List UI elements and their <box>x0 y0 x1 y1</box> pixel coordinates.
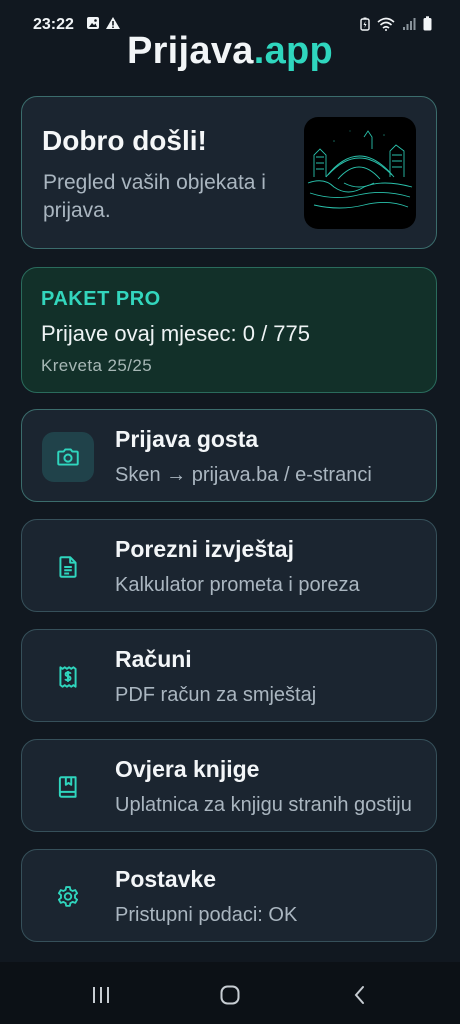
app-title-main: Prijava <box>126 30 254 72</box>
package-beds: Kreveta 25/25 <box>41 356 153 375</box>
welcome-title: Dobro došli! <box>42 125 207 156</box>
package-card: PAKET PRO Prijave ovaj mjesec: 0 / 775 K… <box>21 267 437 393</box>
menu-subtitle: Pristupni podaci: OK <box>115 904 298 926</box>
app-title: Prijava.app <box>0 30 460 73</box>
menu-title: Prijava gosta <box>115 426 259 452</box>
menu-subtitle: PDF račun za smještaj <box>115 684 317 706</box>
menu-item-guest-registration[interactable]: Prijava gosta Sken → prijava.ba / e-stra… <box>21 409 437 502</box>
menu-item-book-certification[interactable]: Ovjera knjige Uplatnica za knjigu strani… <box>21 739 437 832</box>
package-usage: Prijave ovaj mjesec: 0 / 775 <box>41 321 311 346</box>
screen: 23:22 Prijava.app Dobro došli! Pregled v… <box>0 0 460 1024</box>
bridge-illustration <box>304 117 416 229</box>
receipt-icon <box>42 652 94 702</box>
recent-apps-icon[interactable] <box>81 980 121 1010</box>
welcome-card: Dobro došli! Pregled vaših objekata i pr… <box>21 96 437 249</box>
package-name: PAKET PRO <box>41 288 161 310</box>
welcome-subtitle: Pregled vaših objekata i prijava. <box>43 171 266 222</box>
camera-icon <box>42 432 94 482</box>
book-icon <box>42 762 94 812</box>
menu-title: Porezni izvještaj <box>115 536 294 562</box>
menu-title: Računi <box>115 646 192 672</box>
app-title-accent: .app <box>253 30 334 72</box>
menu-subtitle: Sken → prijava.ba / e-stranci <box>115 464 372 486</box>
menu-subtitle: Uplatnica za knjigu stranih gostiju <box>115 794 412 816</box>
menu-item-tax-report[interactable]: Porezni izvještaj Kalkulator prometa i p… <box>21 519 437 612</box>
back-icon[interactable] <box>340 980 380 1010</box>
menu-item-settings[interactable]: Postavke Pristupni podaci: OK <box>21 849 437 942</box>
menu-item-invoices[interactable]: Računi PDF račun za smještaj <box>21 629 437 722</box>
home-icon[interactable] <box>210 980 250 1010</box>
menu-title: Postavke <box>115 866 217 892</box>
menu-subtitle: Kalkulator prometa i poreza <box>115 574 360 596</box>
menu-title: Ovjera knjige <box>115 756 260 782</box>
gear-icon <box>42 872 94 922</box>
navigation-bar <box>0 962 460 1024</box>
document-icon <box>42 542 94 592</box>
